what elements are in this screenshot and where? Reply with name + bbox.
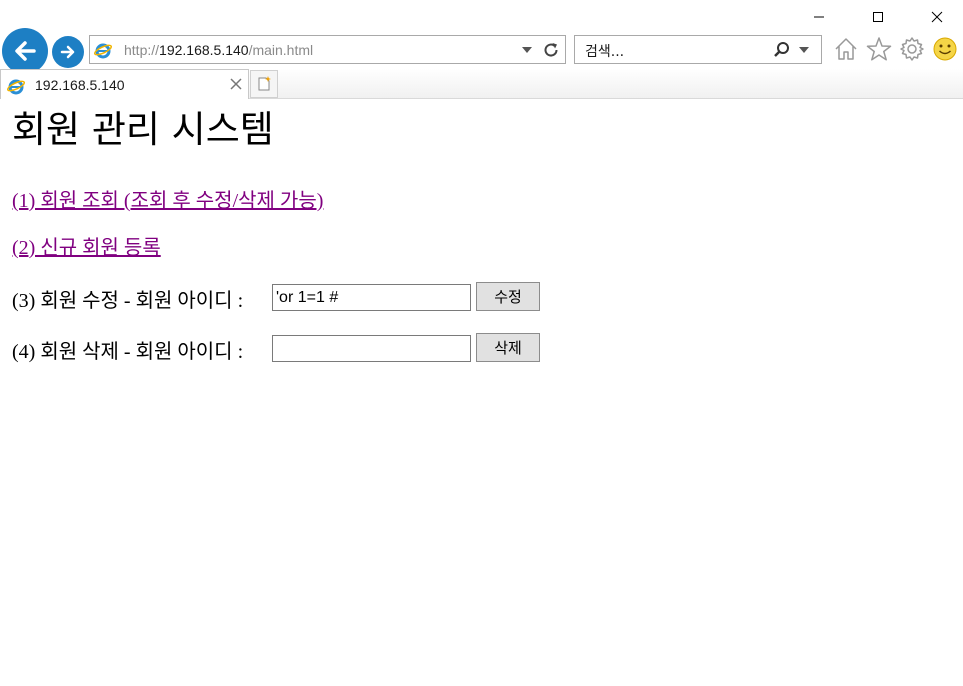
member-delete-label: (4) 회원 삭제 - 회원 아이디 : [12,341,244,363]
member-view-link[interactable]: (1) 회원 조회 (조회 후 수정/삭제 가능) [12,184,323,213]
close-window-button[interactable] [914,0,960,34]
search-dropdown-icon[interactable] [799,47,809,53]
new-tab-button[interactable] [250,70,278,98]
minimize-button[interactable] [796,0,842,34]
new-tab-icon [258,76,271,91]
forward-arrow-icon [60,45,75,59]
ie-page-icon [94,43,112,59]
search-box[interactable]: 검색... [574,35,822,64]
tab-title: 192.168.5.140 [35,77,125,93]
member-modify-label: (3) 회원 수정 - 회원 아이디 : [12,290,244,312]
member-register-link[interactable]: (2) 신규 회원 등록 [12,231,161,260]
address-url: http://192.168.5.140/main.html [124,42,314,58]
gear-icon[interactable] [899,36,925,62]
home-icon[interactable] [833,36,859,62]
star-icon[interactable] [866,36,892,62]
address-bar[interactable]: http://192.168.5.140/main.html [89,35,566,64]
member-delete-id-input[interactable] [272,335,471,362]
window-title-bar [0,0,963,34]
ie-tab-icon [7,79,25,95]
tab-active[interactable]: 192.168.5.140 [0,69,249,99]
close-tab-icon[interactable] [230,78,242,90]
minimize-icon [814,16,824,18]
page-title: 회원 관리 시스템 [12,108,274,151]
member-modify-id-input[interactable] [272,284,471,311]
address-dropdown-icon[interactable] [522,47,532,53]
delete-button[interactable]: 삭제 [476,333,540,362]
search-icon[interactable] [773,41,791,59]
navigation-bar: http://192.168.5.140/main.html 검색... [0,28,963,74]
search-placeholder: 검색... [585,44,625,60]
refresh-icon[interactable] [542,41,560,59]
page-content: 회원 관리 시스템 (1) 회원 조회 (조회 후 수정/삭제 가능) (2) … [0,99,963,686]
modify-button[interactable]: 수정 [476,282,540,311]
back-button[interactable] [2,28,48,74]
maximize-icon [873,12,883,22]
smiley-icon[interactable] [932,36,958,62]
tab-strip: 192.168.5.140 [0,69,963,99]
close-icon [931,11,943,23]
back-arrow-icon [15,41,36,61]
forward-button[interactable] [52,36,84,68]
maximize-button[interactable] [855,0,901,34]
